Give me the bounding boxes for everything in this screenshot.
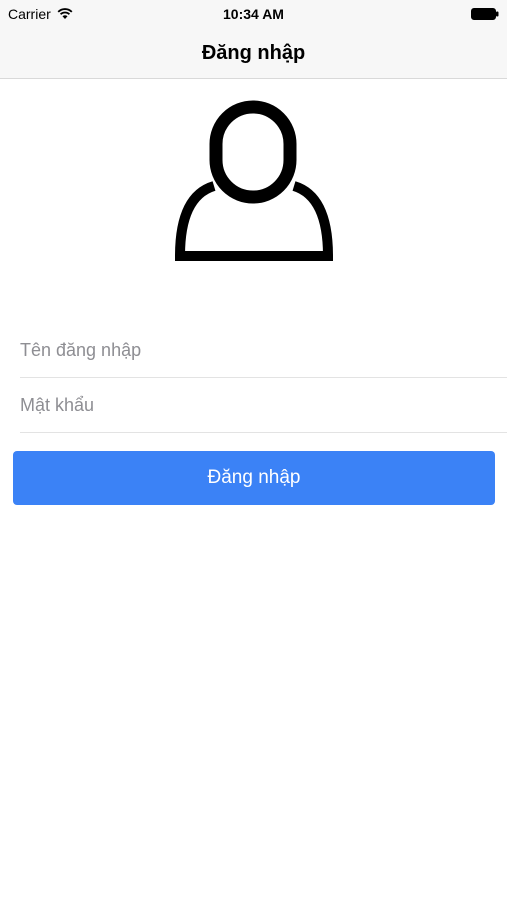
navigation-bar: Đăng nhập [0,28,507,79]
login-screen: Carrier 10:34 AM Đăng nhập Đăng nhập [0,0,507,900]
login-button[interactable]: Đăng nhập [13,451,495,505]
page-title: Đăng nhập [201,41,306,64]
password-input[interactable] [20,378,507,432]
username-input[interactable] [20,323,507,377]
status-time: 10:34 AM [223,6,284,22]
status-bar: Carrier 10:34 AM [0,0,507,28]
password-field [20,378,507,433]
user-avatar-icon [174,100,334,261]
username-field [20,323,507,378]
battery-icon [471,8,499,20]
